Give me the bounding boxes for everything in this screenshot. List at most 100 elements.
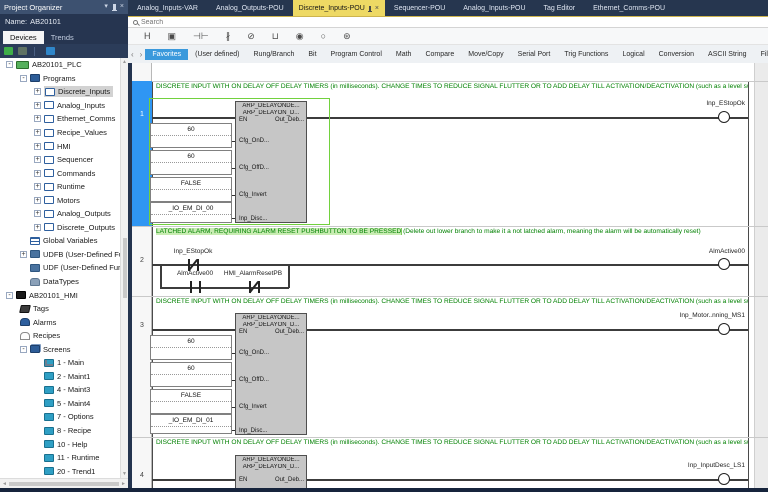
- rung1-param-ondelay[interactable]: 60: [150, 123, 232, 148]
- category-math[interactable]: Math: [389, 49, 419, 60]
- coil-reset-icon[interactable]: ⊛: [343, 31, 351, 41]
- close-icon[interactable]: ×: [120, 3, 124, 11]
- rung2-number[interactable]: 2: [132, 257, 152, 264]
- scroll-left-icon[interactable]: ◄: [2, 481, 7, 487]
- contact-negated-icon[interactable]: ∦: [226, 31, 231, 41]
- rung3-param-ondelay[interactable]: 60: [150, 335, 232, 360]
- window-menu-icon[interactable]: ▾: [104, 3, 108, 11]
- tree-item-udf[interactable]: UDF (User-Defined Fur: [0, 261, 120, 275]
- rung3-param-input[interactable]: _IO_EM_DI_01: [150, 414, 232, 434]
- tree-item-global-variables[interactable]: Global Variables: [0, 234, 120, 248]
- tab-trends[interactable]: Trends: [44, 31, 81, 44]
- category-serial-port[interactable]: Serial Port: [511, 49, 558, 60]
- tree-item-commands[interactable]: +Commands: [0, 166, 120, 180]
- category-program-control[interactable]: Program Control: [324, 49, 389, 60]
- tree-item-programs[interactable]: -Programs: [0, 72, 120, 86]
- rung3-param-offdelay[interactable]: 60: [150, 362, 232, 387]
- configure-device-icon[interactable]: [46, 47, 55, 55]
- tree-item-alarms[interactable]: Alarms: [0, 315, 120, 329]
- tab-ethernet-comms-pou[interactable]: Ethernet_Comms-POU: [584, 0, 674, 16]
- expander-icon[interactable]: +: [34, 115, 41, 122]
- rung3-function-block[interactable]: ARP_DELAYONDE... ARP_DELAYON_D... EN Out…: [235, 313, 307, 435]
- tree-item-ethernet-comms[interactable]: +Ethernet_Comms: [0, 112, 120, 126]
- search-input[interactable]: [141, 19, 441, 26]
- rung3-coil[interactable]: [718, 323, 730, 335]
- tree-item-runtime[interactable]: +Runtime: [0, 180, 120, 194]
- branch-icon[interactable]: ⊔: [272, 31, 279, 41]
- scroll-right-icon[interactable]: ►: [121, 481, 126, 487]
- tree-item-screen-maint4[interactable]: 5 - Maint4: [0, 397, 120, 411]
- expander-icon[interactable]: +: [34, 102, 41, 109]
- add-device-icon[interactable]: [4, 47, 13, 55]
- tree-item-screen-maint1[interactable]: 2 - Maint1: [0, 370, 120, 384]
- rung4-comment[interactable]: DISCRETE INPUT WITH ON DELAY OFF DELAY T…: [156, 439, 748, 446]
- expander-icon[interactable]: +: [34, 129, 41, 136]
- tree-vertical-scrollbar[interactable]: ▲▼: [120, 58, 128, 478]
- expander-icon[interactable]: -: [20, 346, 27, 353]
- block-icon[interactable]: ▣: [168, 31, 177, 41]
- tree-item-analog-outputs[interactable]: +Analog_Outputs: [0, 207, 120, 221]
- tree-item-screen-trend1[interactable]: 20 - Trend1: [0, 464, 120, 478]
- tree-item-screen-maint3[interactable]: 4 - Maint3: [0, 383, 120, 397]
- close-icon[interactable]: ×: [375, 5, 379, 12]
- scrollbar-thumb[interactable]: [9, 482, 119, 486]
- rung3-param-invert[interactable]: FALSE: [150, 389, 232, 414]
- tree-item-motors[interactable]: +Motors: [0, 193, 120, 207]
- tab-analog-inputs-var[interactable]: Analog_Inputs-VAR: [128, 0, 207, 16]
- tree-item-sequencer[interactable]: +Sequencer: [0, 153, 120, 167]
- tree-item-datatypes[interactable]: DataTypes: [0, 275, 120, 289]
- tab-analog-outputs-pou[interactable]: Analog_Outputs-POU: [207, 0, 293, 16]
- rung4-number[interactable]: 4: [132, 472, 152, 479]
- expander-icon[interactable]: -: [6, 61, 13, 68]
- rung4-function-block[interactable]: ARP_DELAYONDE... ARP_DELAYON_D... EN Out…: [235, 455, 307, 492]
- tree-item-screens[interactable]: -Screens: [0, 342, 120, 356]
- expander-icon[interactable]: +: [34, 156, 41, 163]
- no-contact[interactable]: [190, 281, 192, 293]
- expander-icon[interactable]: -: [20, 75, 27, 82]
- coil-icon[interactable]: ○: [321, 31, 326, 41]
- coil-negated-icon[interactable]: ⊘: [247, 31, 255, 41]
- tree-item-screen-recipe[interactable]: 8 - Recipe: [0, 424, 120, 438]
- category-file-array[interactable]: File/Array: [754, 49, 768, 60]
- category-ascii-string[interactable]: ASCII String: [701, 49, 754, 60]
- pin-icon[interactable]: [369, 6, 371, 11]
- category-logical[interactable]: Logical: [615, 49, 651, 60]
- category-trig-functions[interactable]: Trig Functions: [557, 49, 615, 60]
- category-user-defined[interactable]: (User defined): [188, 49, 246, 60]
- rung1-param-input[interactable]: _IO_EM_DI_00: [150, 202, 232, 223]
- tree-horizontal-scrollbar[interactable]: ◄►: [0, 478, 128, 488]
- expander-icon[interactable]: +: [20, 251, 27, 258]
- tab-sequencer-pou[interactable]: Sequencer-POU: [385, 0, 454, 16]
- remove-device-icon[interactable]: [18, 47, 27, 55]
- tree-item-recipe-values[interactable]: +Recipe_Values: [0, 126, 120, 140]
- tree-item-tags[interactable]: Tags: [0, 302, 120, 316]
- expander-icon[interactable]: +: [34, 88, 41, 95]
- category-compare[interactable]: Compare: [418, 49, 461, 60]
- expander-icon[interactable]: -: [6, 292, 13, 299]
- category-prev-icon[interactable]: ‹: [128, 50, 137, 59]
- rung2-comment[interactable]: LATCHED ALARM, REQUIRING ALARM RESET PUS…: [156, 228, 748, 235]
- contact-icon[interactable]: ⊣⊢: [193, 31, 209, 41]
- tree-item-screen-help[interactable]: 10 - Help: [0, 437, 120, 451]
- tree-item-screen-main[interactable]: 1 - Main: [0, 356, 120, 370]
- tree-item-recipes[interactable]: Recipes: [0, 329, 120, 343]
- pin-icon[interactable]: [113, 4, 116, 10]
- tree-item-screen-options[interactable]: 7 - Options: [0, 410, 120, 424]
- coil-set-icon[interactable]: ◉: [296, 31, 304, 41]
- rung1-function-block[interactable]: ARP_DELAYONDE... ARP_DELAYON_D... EN Out…: [235, 101, 307, 223]
- rung3-comment[interactable]: DISCRETE INPUT WITH ON DELAY OFF DELAY T…: [156, 298, 748, 305]
- category-bit[interactable]: Bit: [301, 49, 323, 60]
- category-conversion[interactable]: Conversion: [652, 49, 701, 60]
- expander-icon[interactable]: +: [34, 143, 41, 150]
- rung1-param-invert[interactable]: FALSE: [150, 177, 232, 202]
- tab-devices[interactable]: Devices: [3, 31, 44, 44]
- expander-icon[interactable]: +: [34, 224, 41, 231]
- rung3-number[interactable]: 3: [132, 322, 152, 329]
- tree-item-hmi-pou[interactable]: +HMI: [0, 139, 120, 153]
- rung1-coil[interactable]: [718, 111, 730, 123]
- category-next-icon[interactable]: ›: [137, 50, 146, 59]
- scroll-down-icon[interactable]: ▼: [122, 471, 127, 477]
- tree-item-discrete-outputs[interactable]: +Discrete_Outputs: [0, 221, 120, 235]
- category-rung-branch[interactable]: Rung/Branch: [247, 49, 302, 60]
- expander-icon[interactable]: +: [34, 197, 41, 204]
